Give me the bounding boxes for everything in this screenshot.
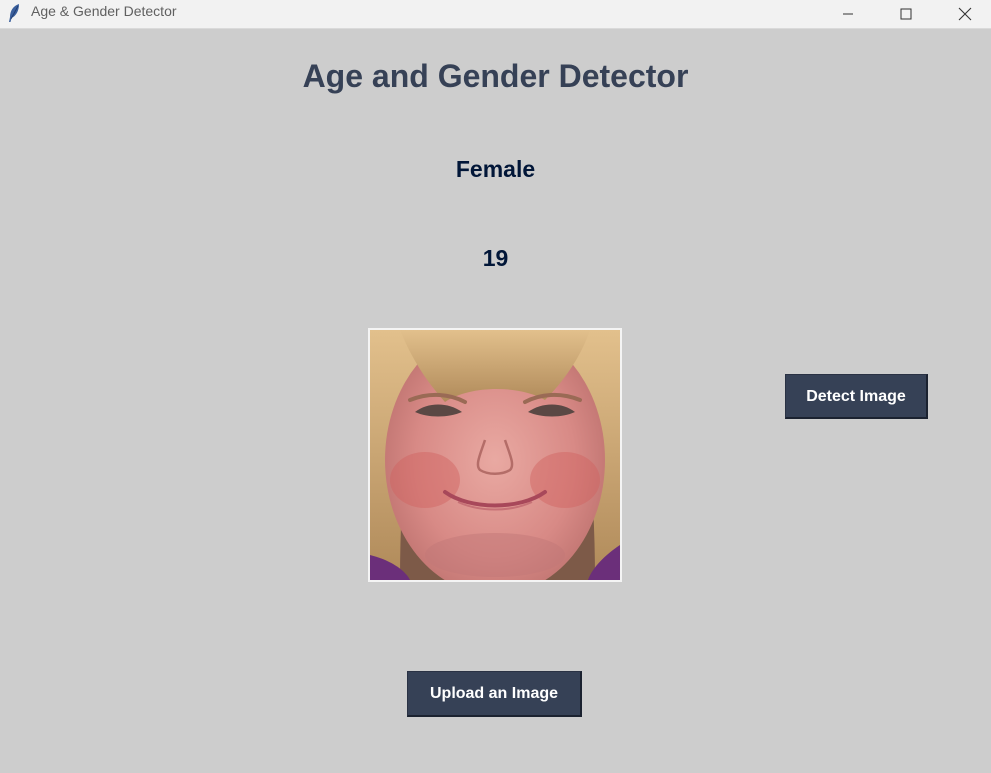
uploaded-face-photo — [368, 328, 622, 582]
age-result-label: 19 — [482, 245, 509, 271]
app-window: Age & Gender Detector Age and Gender Det… — [0, 0, 991, 773]
feather-icon — [7, 3, 21, 23]
upload-image-button[interactable]: Upload an Image — [407, 671, 582, 717]
gender-result-label: Female — [455, 156, 536, 182]
minimize-icon[interactable] — [825, 0, 871, 28]
page-title: Age and Gender Detector — [302, 58, 689, 94]
window-title: Age & Gender Detector — [31, 3, 177, 19]
maximize-icon[interactable] — [883, 0, 929, 28]
close-icon[interactable] — [942, 0, 988, 28]
detect-image-button[interactable]: Detect Image — [785, 374, 928, 419]
title-bar[interactable]: Age & Gender Detector — [0, 0, 991, 29]
